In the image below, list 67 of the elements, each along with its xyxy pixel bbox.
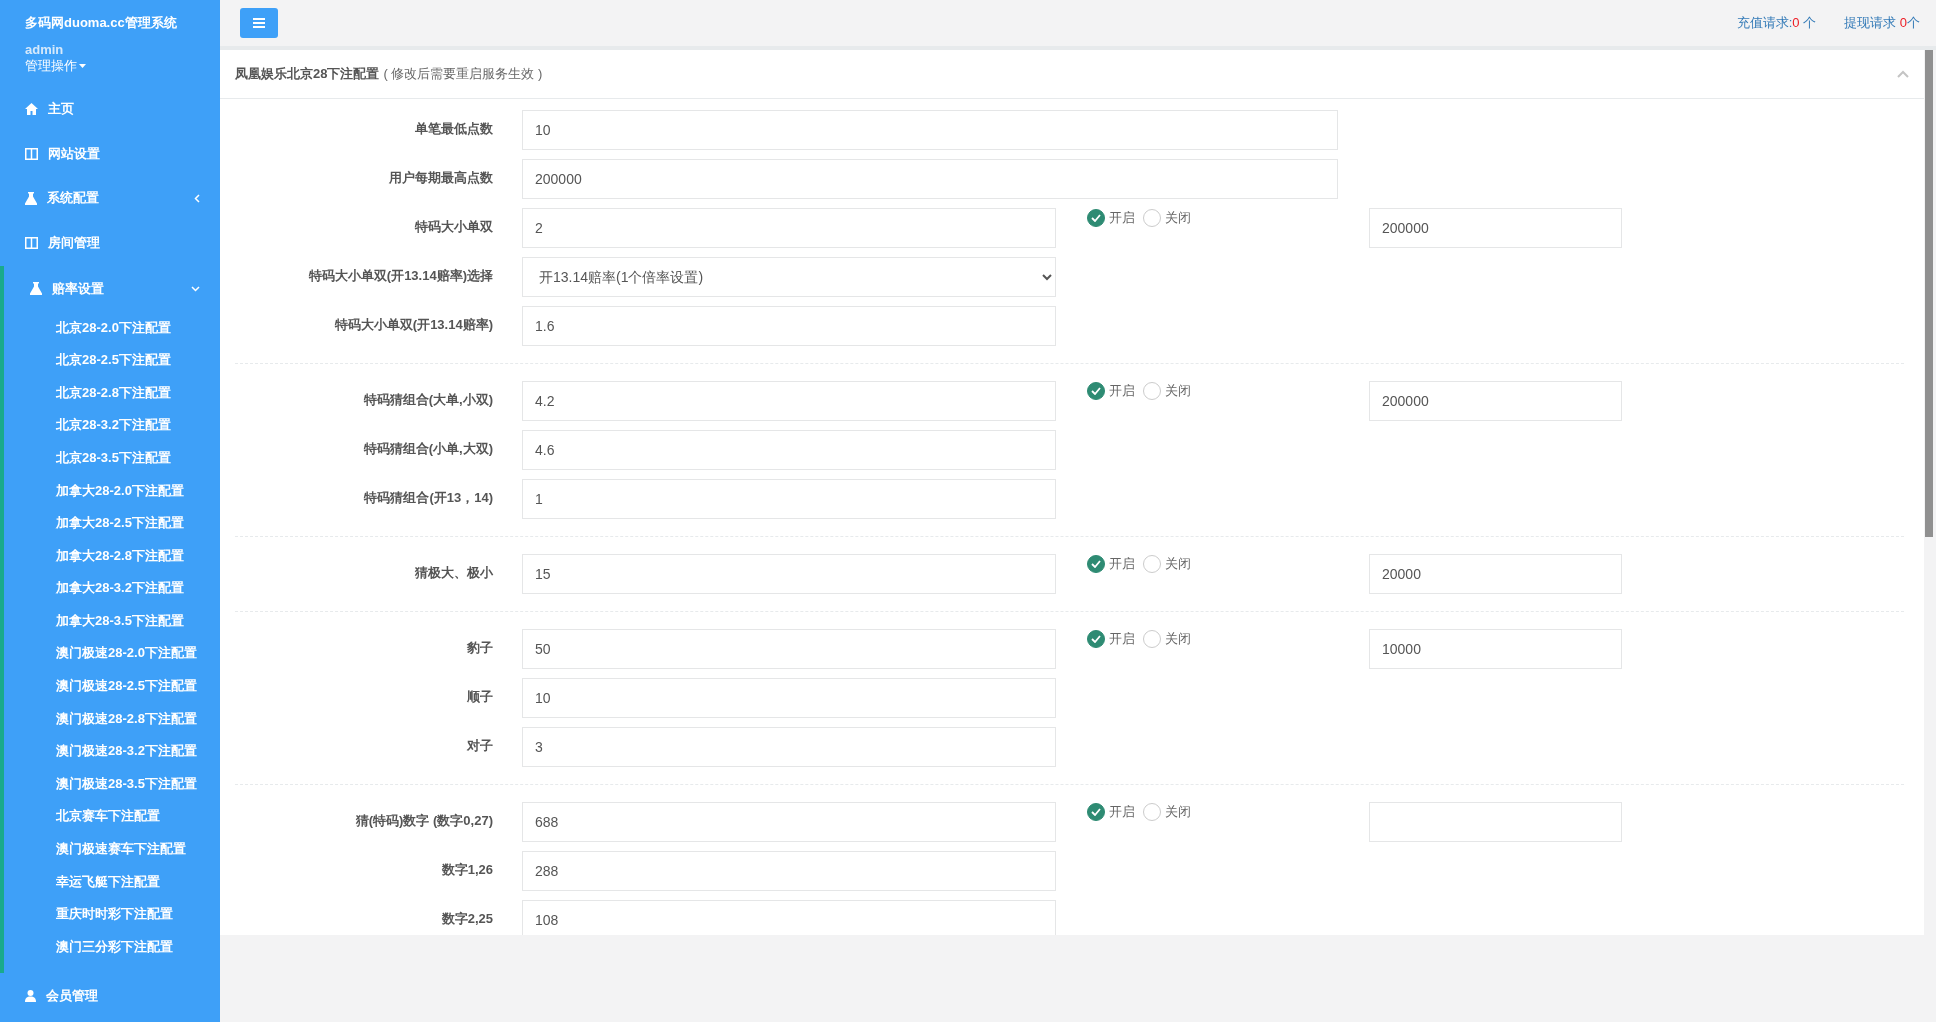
field-label: 特码猜组合(小单,大双)	[363, 440, 493, 458]
input-field[interactable]: 4.6	[522, 430, 1056, 470]
field-label: 特码猜组合(开13，14)	[364, 489, 493, 507]
field-label: 单笔最低点数	[415, 120, 493, 138]
check-icon	[1091, 635, 1101, 643]
flask-icon	[30, 282, 42, 296]
radio-option[interactable]: 开启	[1087, 802, 1135, 822]
columns-icon	[25, 237, 38, 250]
field-label: 特码猜组合(大单,小双)	[363, 391, 493, 409]
check-icon	[1091, 808, 1101, 816]
panel-note: ( 修改后需要重启服务生效 )	[383, 65, 543, 83]
radio-option[interactable]: 关闭	[1143, 208, 1191, 228]
radio-option[interactable]: 关闭	[1143, 554, 1191, 574]
input-field[interactable]: 50	[522, 629, 1056, 669]
scrollbar[interactable]	[1925, 50, 1933, 537]
select-field[interactable]: 开13.14赔率(1个倍率设置)	[522, 257, 1056, 297]
limit-field[interactable]: 10000	[1369, 629, 1622, 669]
input-field[interactable]: 10	[522, 678, 1056, 718]
check-icon	[1091, 387, 1101, 395]
home-icon	[25, 103, 38, 116]
request-link[interactable]: 充值请求:0 个	[1736, 14, 1817, 32]
field-label: 对子	[467, 737, 493, 755]
brand-title: 多码网duoma.cc管理系统	[25, 14, 177, 32]
input-field[interactable]: 1	[522, 479, 1056, 519]
input-field[interactable]: 200000	[522, 159, 1338, 199]
input-field[interactable]: 108	[522, 900, 1056, 935]
check-icon	[1091, 214, 1101, 222]
radio-option[interactable]: 开启	[1087, 381, 1135, 401]
user-name: admin	[25, 42, 64, 57]
field-label: 猜极大、极小	[415, 564, 493, 582]
flask-icon	[25, 191, 37, 205]
radio-option[interactable]: 关闭	[1143, 629, 1191, 649]
field-label: 猜(特码)数字 (数字0,27)	[355, 812, 493, 830]
field-label: 特码大小单双(开13.14赔率)选择	[308, 267, 493, 285]
input-field[interactable]: 288	[522, 851, 1056, 891]
menu-button[interactable]	[240, 8, 278, 38]
field-label: 豹子	[467, 639, 493, 657]
field-label: 特码大小单双	[415, 218, 493, 236]
radio-option[interactable]: 开启	[1087, 208, 1135, 228]
input-field[interactable]: 15	[522, 554, 1056, 594]
radio-option[interactable]: 开启	[1087, 629, 1135, 649]
input-field[interactable]: 10	[522, 110, 1338, 150]
limit-field[interactable]: 200000	[1369, 208, 1622, 248]
field-label: 用户每期最高点数	[389, 169, 493, 187]
field-label: 顺子	[467, 688, 493, 706]
request-link[interactable]: 提现请求 0个	[1844, 14, 1920, 32]
input-field[interactable]: 3	[522, 727, 1056, 767]
limit-field[interactable]: 20000	[1369, 554, 1622, 594]
check-icon	[1091, 560, 1101, 568]
menu-icon	[253, 18, 265, 28]
chevron-up-icon[interactable]	[1897, 70, 1909, 78]
input-field[interactable]: 688	[522, 802, 1056, 842]
input-field[interactable]: 4.2	[522, 381, 1056, 421]
radio-option[interactable]: 关闭	[1143, 802, 1191, 822]
caret-icon	[79, 64, 86, 68]
field-label: 特码大小单双(开13.14赔率)	[334, 316, 493, 334]
input-field[interactable]: 2	[522, 208, 1056, 248]
radio-option[interactable]: 关闭	[1143, 381, 1191, 401]
field-label: 数字2,25	[441, 910, 493, 928]
limit-field[interactable]	[1369, 802, 1622, 842]
radio-option[interactable]: 开启	[1087, 554, 1135, 574]
panel-title: 凤凰娱乐北京28下注配置	[235, 65, 380, 83]
columns-icon	[25, 147, 38, 160]
limit-field[interactable]: 200000	[1369, 381, 1622, 421]
user-icon	[25, 989, 36, 1002]
input-field[interactable]: 1.6	[522, 306, 1056, 346]
field-label: 数字1,26	[441, 861, 493, 879]
